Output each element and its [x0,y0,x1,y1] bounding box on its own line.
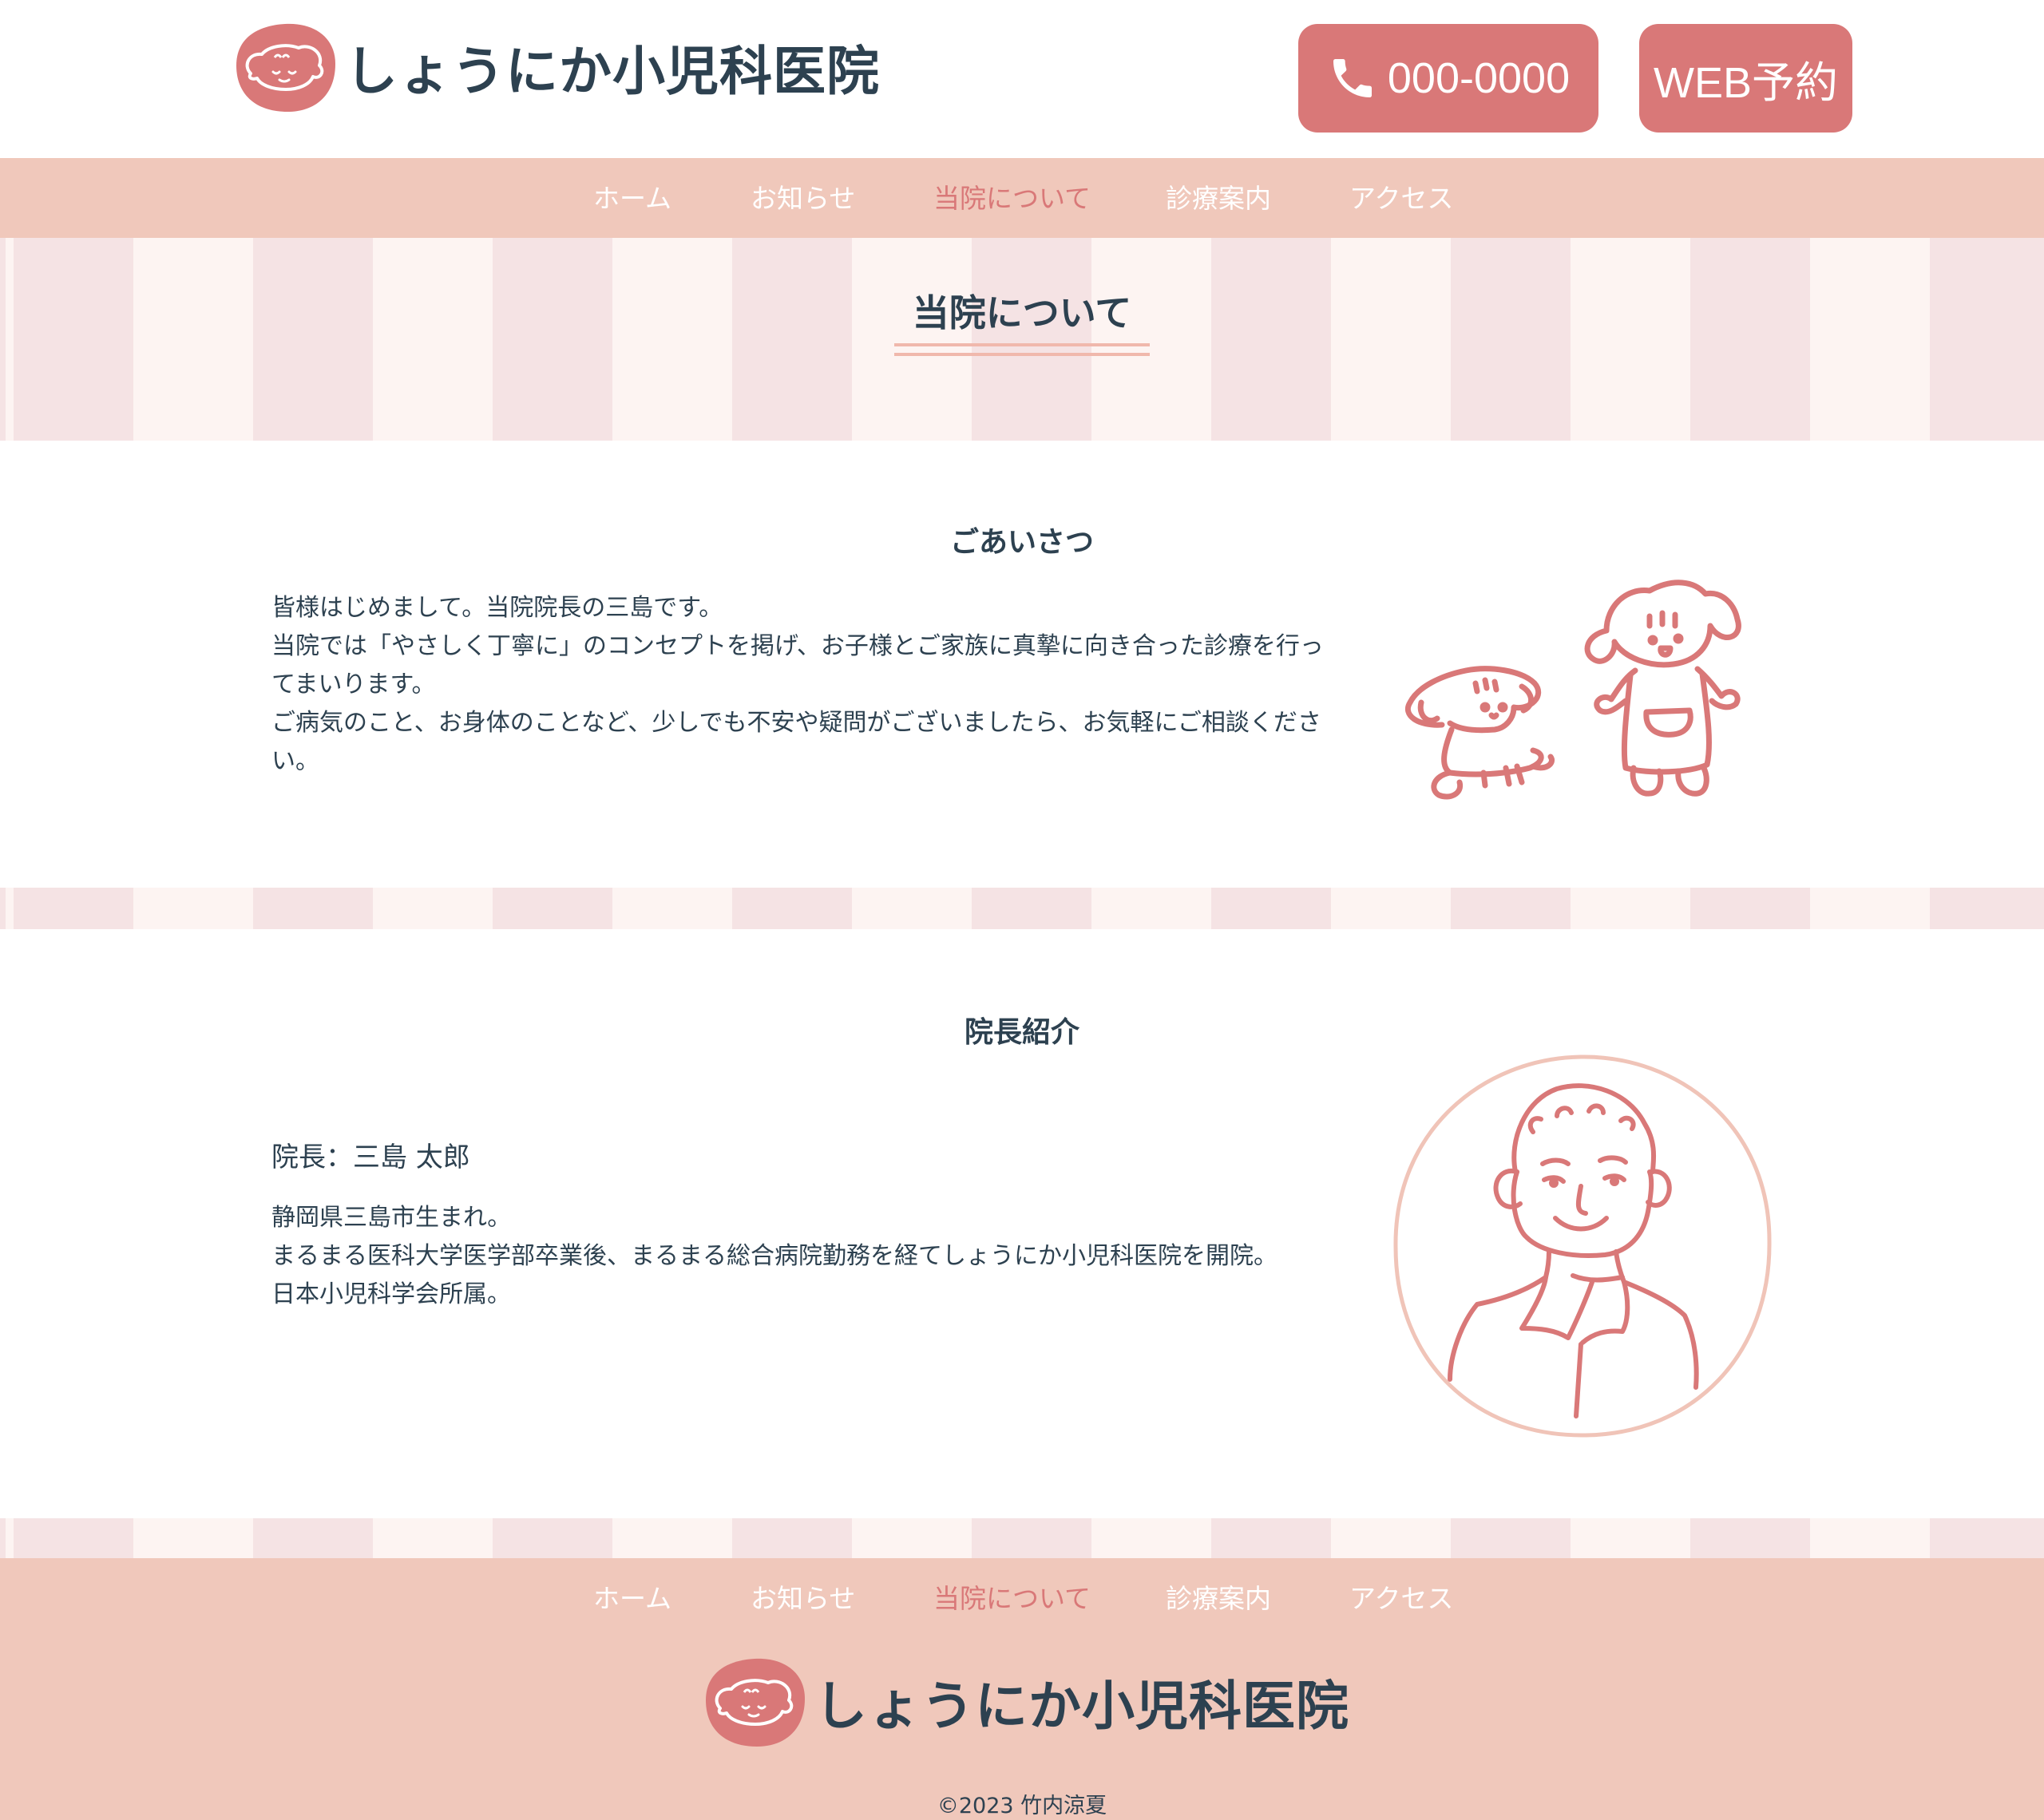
greeting-line: ご病気のこと、お身体のことなど、少しでも不安や疑問がございましたら、お気軽にご相… [271,709,1321,775]
footer-nav-item-access[interactable]: アクセス [1349,1577,1453,1616]
global-nav: ホーム お知らせ 当院について 診療案内 アクセス [0,158,2044,238]
page-title: 当院について [912,291,1132,334]
nav-item-services[interactable]: 診療案内 [1166,177,1271,216]
footer-nav-item-services[interactable]: 診療案内 [1166,1577,1271,1616]
phone-call-button[interactable]: 000-0000 [1298,24,1598,133]
site-logo-text: しょうにか小児科医院 [345,41,880,102]
web-reservation-label: WEB予約 [1653,58,1838,107]
dog-face-logo-icon [236,23,335,113]
nav-item-home[interactable]: ホーム [593,177,671,216]
greeting-text: 皆様はじめまして。当院院長の三島です。 当院では「やさしく丁寧に」のコンセプトを… [271,589,1325,781]
greeting-line: 皆様はじめまして。当院院長の三島です。 [271,594,723,622]
nav-item-access[interactable]: アクセス [1349,177,1453,216]
director-profile-line: 日本小児科学会所属。 [271,1280,511,1308]
title-underline [894,343,1150,356]
hero-banner [0,238,2044,441]
greeting-heading: ごあいさつ [949,526,1094,559]
greeting-line: 当院では「やさしく丁寧に」のコンセプトを掲げ、お子様とご家族に真摯に向き合った診… [271,632,1324,698]
divider-stripes [0,888,2044,929]
copyright-text: ©2023 竹内涼夏 [937,1794,1107,1818]
director-profile-text: 静岡県三島市生まれ。 まるまる医科大学医学部卒業後、まるまる総合病院勤務を経てし… [271,1199,1309,1314]
director-profile-line: まるまる医科大学医学部卒業後、まるまる総合病院勤務を経てしょうにか小児科医院を開… [271,1242,1278,1270]
dog-face-logo-icon [706,1658,805,1747]
footer-logo[interactable]: しょうにか小児科医院 [703,1656,1349,1748]
site-header: しょうにか小児科医院 000-0000 WEB予約 [0,0,2044,158]
phone-number: 000-0000 [1387,54,1571,102]
director-portrait [1393,1054,1772,1438]
nav-item-about[interactable]: 当院について [933,177,1091,216]
director-heading: 院長紹介 [964,1016,1079,1049]
divider-stripes [0,1518,2044,1558]
director-profile-line: 静岡県三島市生まれ。 [271,1204,512,1232]
footer-nav-item-news[interactable]: お知らせ [751,1577,855,1616]
phone-icon [1333,59,1372,97]
web-reservation-button[interactable]: WEB予約 [1639,24,1852,133]
footer-nav-item-home[interactable]: ホーム [593,1577,671,1616]
nav-item-news[interactable]: お知らせ [751,177,855,216]
director-name: 院長：三島 太郎 [271,1141,470,1173]
footer-nav-item-about[interactable]: 当院について [933,1577,1091,1616]
children-illustration [1405,580,1741,800]
footer-logo-text: しょうにか小児科医院 [814,1676,1349,1737]
site-logo[interactable]: しょうにか小児科医院 [233,21,880,113]
